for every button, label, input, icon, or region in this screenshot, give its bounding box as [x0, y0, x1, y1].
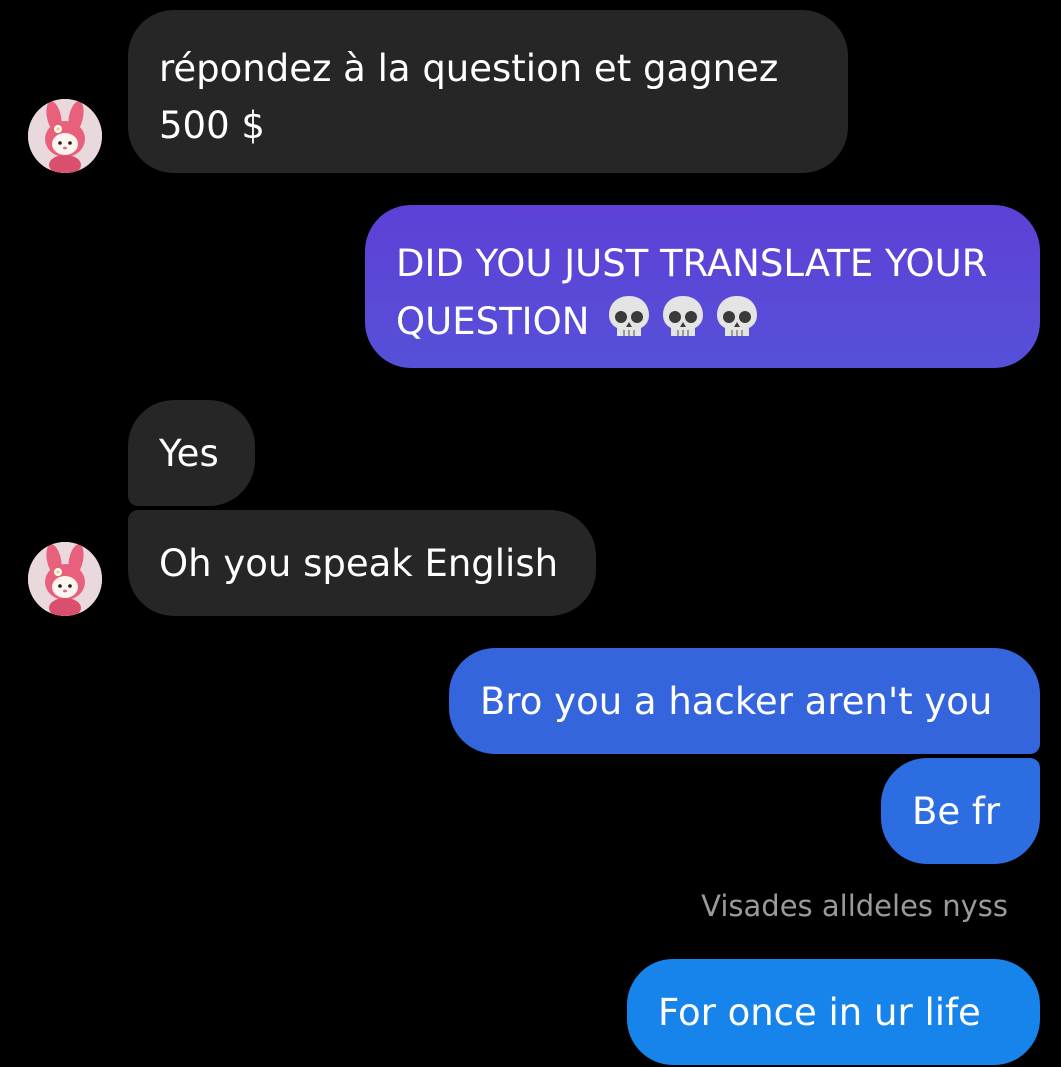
message-bubble-outgoing[interactable]: For once in ur life	[627, 959, 1040, 1065]
message-text: Be fr	[912, 790, 1001, 833]
seen-status: Visades alldeles nyss	[701, 889, 1008, 923]
bunny-avatar-icon	[28, 542, 102, 616]
skull-icon	[663, 296, 704, 336]
message-bubble-outgoing[interactable]: DID YOU JUST TRANSLATE YOUR QUESTION	[365, 205, 1040, 368]
message-bubble-incoming[interactable]: Oh you speak English	[128, 510, 596, 616]
message-text: For once in ur life	[658, 991, 981, 1034]
contact-avatar[interactable]	[28, 542, 102, 616]
message-text: Yes	[159, 432, 219, 475]
message-text: Oh you speak English	[159, 542, 559, 585]
message-line-text: QUESTION	[396, 300, 590, 343]
skull-emoji-group	[589, 296, 761, 343]
contact-avatar[interactable]	[28, 99, 102, 173]
message-line: DID YOU JUST TRANSLATE YOUR	[396, 242, 988, 285]
message-text: Bro you a hacker aren't you	[480, 680, 993, 723]
message-bubble-outgoing[interactable]: Be fr	[881, 758, 1040, 864]
message-line: répondez à la question et gagnez	[159, 47, 779, 90]
message-bubble-incoming[interactable]: Yes	[128, 400, 255, 506]
skull-icon	[717, 296, 758, 336]
message-line: 500 $	[159, 104, 265, 147]
message-line: QUESTION	[396, 292, 1040, 350]
bunny-avatar-icon	[28, 99, 102, 173]
message-bubble-incoming[interactable]: répondez à la question et gagnez 500 $	[128, 10, 848, 173]
skull-icon	[609, 296, 650, 336]
message-bubble-outgoing[interactable]: Bro you a hacker aren't you	[449, 648, 1040, 754]
